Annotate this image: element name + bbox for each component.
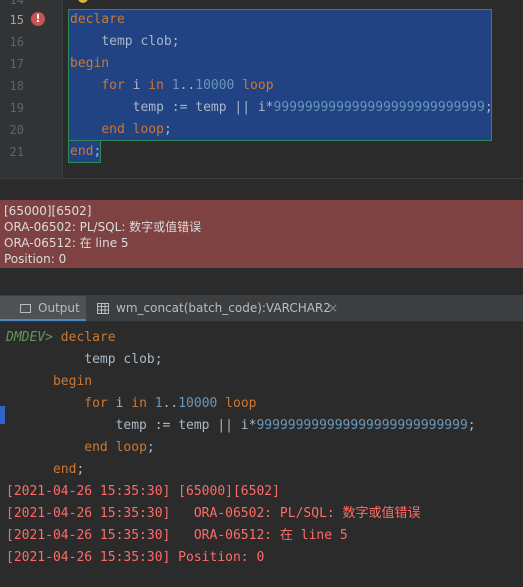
- code-line[interactable]: end loop;: [70, 119, 172, 141]
- console-line: begin: [6, 371, 92, 393]
- error-message-panel: [65000][6502] ORA-06502: PL/SQL: 数字或值错误 …: [0, 200, 523, 268]
- code-text: ;: [467, 418, 476, 433]
- error-message: ORA-06512: 在 line 5: [4, 236, 129, 250]
- keyword: loop: [217, 396, 257, 411]
- code-text: temp := temp || i*: [115, 418, 257, 433]
- table-icon: [97, 303, 109, 314]
- keyword: begin: [52, 374, 93, 389]
- keyword: declare: [60, 330, 116, 345]
- number-literal: 999999999999999999999999999: [273, 100, 485, 115]
- code-line[interactable]: for i in 1..10000 loop: [70, 75, 274, 97]
- code-text: i: [107, 396, 132, 411]
- panel-splitter[interactable]: [0, 268, 523, 296]
- error-icon[interactable]: !: [31, 12, 45, 26]
- console-icon: [20, 304, 31, 313]
- panel-splitter[interactable]: [0, 178, 523, 200]
- keyword: for: [84, 396, 108, 411]
- keyword: begin: [70, 56, 110, 71]
- range-operator: ..: [162, 396, 179, 411]
- code-text: ;: [93, 144, 102, 159]
- services-tab-bar: Output wm_concat(batch_code):VARCHAR2 ×: [0, 296, 523, 322]
- keyword: end loop: [84, 440, 147, 455]
- console-line: end loop;: [6, 437, 155, 459]
- tab-output[interactable]: Output: [0, 296, 86, 321]
- code-line[interactable]: temp := temp || i*9999999999999999999999…: [70, 97, 493, 119]
- close-icon[interactable]: ×: [328, 296, 338, 321]
- console-error-line: [2021-04-26 15:35:30] ORA-06512: 在 line …: [6, 528, 348, 543]
- code-text: ;: [76, 462, 85, 477]
- code-text: temp clob;: [101, 34, 180, 49]
- number-literal: 10000: [195, 78, 235, 93]
- console-error-line: [2021-04-26 15:35:30] [65000][6502]: [6, 484, 280, 499]
- keyword: end loop: [101, 122, 164, 137]
- console-line: for i in 1..10000 loop: [6, 393, 257, 415]
- line-number: 18: [9, 79, 24, 93]
- console-line: temp := temp || i*9999999999999999999999…: [6, 415, 476, 437]
- code-line[interactable]: end;: [70, 141, 101, 163]
- console-line: temp clob;: [6, 349, 163, 371]
- line-number: 15: [9, 13, 24, 27]
- console-line: DMDEV> declare: [6, 327, 116, 349]
- line-number: 20: [9, 123, 24, 137]
- keyword: in: [148, 78, 164, 93]
- line-number-gutter: 14 15 16 17 18 19 20 21 !: [0, 0, 62, 178]
- keyword: declare: [70, 12, 125, 27]
- range-operator: ..: [179, 78, 196, 93]
- code-text: ;: [146, 440, 155, 455]
- code-text: temp clob;: [84, 352, 163, 367]
- number-literal: 10000: [178, 396, 218, 411]
- code-text: ;: [484, 100, 493, 115]
- code-text: temp := temp || i*: [132, 100, 274, 115]
- keyword: end: [70, 144, 94, 159]
- code-editor[interactable]: 14 15 16 17 18 19 20 21 ! declare temp c…: [0, 0, 523, 178]
- error-position: Position: 0: [4, 252, 67, 266]
- console-line: end;: [6, 459, 84, 481]
- gutter-divider: [62, 0, 63, 178]
- number-literal: 999999999999999999999999999: [256, 418, 468, 433]
- line-number: 21: [9, 145, 24, 159]
- console-error-line: [2021-04-26 15:35:30] Position: 0: [6, 550, 265, 565]
- error-code: [65000][6502]: [4, 204, 92, 218]
- tab-label: Output: [38, 301, 80, 315]
- lightbulb-icon[interactable]: [78, 0, 88, 3]
- code-line[interactable]: declare: [70, 9, 125, 31]
- console-error-line: [2021-04-26 15:35:30] ORA-06502: PL/SQL:…: [6, 506, 421, 521]
- tab-label: wm_concat(batch_code):VARCHAR2: [116, 301, 331, 315]
- number-literal: 1: [146, 396, 163, 411]
- line-number: 19: [9, 101, 24, 115]
- code-text: i: [124, 78, 149, 93]
- active-marker: [0, 406, 5, 424]
- keyword: for: [101, 78, 125, 93]
- number-literal: 1: [163, 78, 180, 93]
- error-message: ORA-06502: PL/SQL: 数字或值错误: [4, 220, 202, 234]
- code-text: ;: [163, 122, 172, 137]
- keyword: in: [131, 396, 147, 411]
- line-number: 17: [9, 57, 24, 71]
- code-line[interactable]: begin: [70, 53, 109, 75]
- keyword: end: [52, 462, 77, 477]
- keyword: loop: [234, 78, 274, 93]
- console-prompt: DMDEV>: [6, 330, 53, 345]
- code-line[interactable]: temp clob;: [70, 31, 180, 53]
- line-number: 16: [9, 35, 24, 49]
